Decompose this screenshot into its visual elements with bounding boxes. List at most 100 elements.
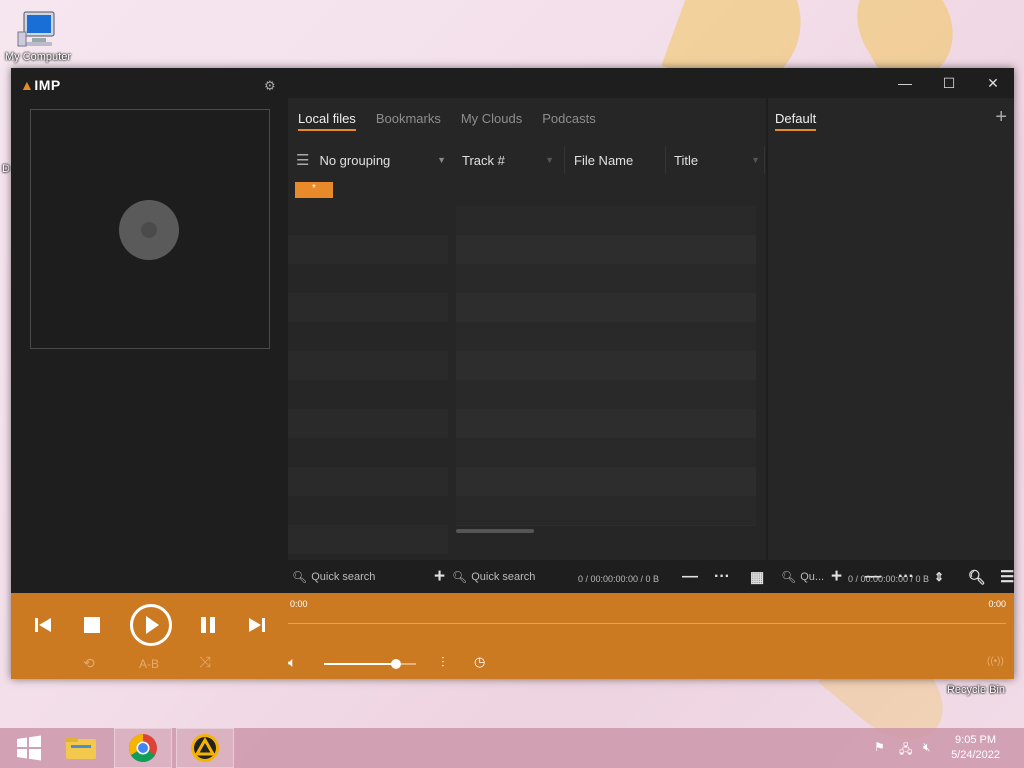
group-item-all[interactable]: *	[295, 182, 333, 198]
library-tabs: Local files Bookmarks My Clouds Podcasts	[288, 98, 606, 138]
volume-icon[interactable]: 🔈︎	[288, 654, 296, 671]
search-icon: 🔍︎	[781, 570, 797, 584]
time-total: 0:00	[988, 599, 1006, 609]
taskbar-aimp[interactable]	[176, 728, 234, 768]
column-title[interactable]: Title ▼	[674, 146, 760, 174]
gear-icon[interactable]: ⚙	[264, 78, 276, 94]
equalizer-icon[interactable]: ⫶	[441, 654, 445, 671]
stop-icon	[84, 617, 100, 633]
desktop-icon-label: My Computer	[4, 51, 72, 63]
column-divider	[764, 146, 765, 174]
network-icon[interactable]: 🖧︎	[899, 740, 912, 761]
menu-icon: ☰	[296, 152, 310, 169]
playlist-search-input[interactable]: 🔍︎ Qu...	[781, 570, 824, 584]
group-list[interactable]	[288, 206, 448, 560]
next-icon	[249, 618, 265, 632]
playlist-more-icon[interactable]: ···	[898, 568, 914, 586]
taskbar-file-explorer[interactable]	[52, 728, 110, 768]
desktop-icon-label: Recycle Bin	[946, 684, 1006, 696]
search-placeholder: Quick search	[471, 571, 536, 583]
previous-track-button[interactable]	[33, 615, 53, 635]
column-label: File Name	[574, 152, 634, 168]
grouping-selector[interactable]: ☰ No grouping ▼	[296, 146, 446, 174]
grid-view-icon[interactable]: ▦	[750, 568, 764, 586]
desktop-icon-recycle-bin[interactable]: Recycle Bin	[940, 684, 1012, 696]
pause-icon	[201, 617, 215, 633]
column-track-number[interactable]: Track # ▼	[462, 146, 554, 174]
clock-date: 5/24/2022	[951, 749, 1000, 761]
stop-button[interactable]	[82, 615, 102, 635]
folder-icon	[66, 737, 96, 759]
aimp-window: ▲IMP ⚙ — ☐ ✕ Local files Bookmarks My Cl…	[11, 68, 1014, 679]
filter-icon[interactable]: ▼	[545, 155, 554, 165]
remove-icon[interactable]: —	[682, 568, 698, 586]
album-art	[30, 109, 270, 349]
tab-podcasts[interactable]: Podcasts	[532, 98, 605, 138]
logo-mark: ▲	[20, 77, 35, 93]
search-placeholder: Quick search	[311, 571, 376, 583]
library-panel: Local files Bookmarks My Clouds Podcasts…	[288, 98, 766, 584]
minimize-button[interactable]: —	[883, 68, 927, 98]
tab-bookmarks[interactable]: Bookmarks	[366, 98, 451, 138]
list-search-input[interactable]: 🔍︎ Quick search	[452, 570, 535, 584]
aimp-icon	[191, 734, 219, 762]
shuffle-icon[interactable]: ⤨	[199, 654, 211, 671]
column-label: Title	[674, 152, 699, 168]
app-logo: ▲IMP	[20, 77, 61, 93]
time-elapsed: 0:00	[290, 599, 308, 609]
windows-icon	[17, 735, 41, 761]
pause-button[interactable]	[198, 615, 218, 635]
broadcast-icon[interactable]: ((•))	[987, 656, 1004, 667]
search-icon: 🔍︎	[452, 570, 468, 584]
column-label: Track #	[462, 152, 505, 168]
bottom-toolbar: 🔍︎ Quick search + 🔍︎ Quick search — ··· …	[288, 564, 1014, 590]
menu-icon[interactable]: ☰	[1000, 567, 1014, 587]
file-list[interactable]	[456, 206, 756, 526]
search-icon: 🔍︎	[292, 570, 308, 584]
search-playlist-icon[interactable]: 🔍︎	[968, 569, 986, 586]
column-divider	[665, 146, 666, 174]
filter-icon[interactable]: ▼	[751, 155, 760, 165]
clock-time: 9:05 PM	[955, 734, 997, 746]
volume-slider[interactable]	[324, 663, 416, 665]
add-playlist-icon[interactable]: +	[995, 106, 1007, 129]
sort-icon[interactable]: ⇕	[934, 570, 944, 584]
tab-playlist-default[interactable]: Default	[768, 98, 823, 131]
more-icon[interactable]: ···	[714, 568, 730, 586]
desktop-stray-label: D	[2, 163, 10, 175]
seek-bar[interactable]	[288, 623, 1006, 624]
remove-from-playlist-icon[interactable]: —	[865, 568, 881, 586]
close-button[interactable]: ✕	[971, 68, 1015, 98]
grouping-label: No grouping	[319, 152, 391, 168]
groups-search-input[interactable]: 🔍︎ Quick search	[292, 570, 375, 584]
volume-fill	[324, 663, 396, 665]
playlist-panel: Default + 0 / 00:00:00:00 / 0 B	[768, 98, 1014, 584]
add-files-icon[interactable]: +	[434, 566, 445, 588]
computer-icon	[17, 11, 55, 47]
play-icon	[146, 616, 159, 634]
desktop-icon-my-computer[interactable]: My Computer	[4, 8, 72, 63]
ab-repeat-button[interactable]: A-B	[139, 657, 159, 671]
tab-local-files[interactable]: Local files	[288, 98, 366, 138]
player-controls: ⟲ A-B ⤨ 0:00 0:00 🔈︎ ⫶ ◷ ((•))	[11, 593, 1014, 679]
action-center-icon[interactable]: ⚑	[874, 740, 885, 754]
timer-icon[interactable]: ◷	[474, 654, 485, 670]
play-button[interactable]	[130, 604, 172, 646]
volume-handle[interactable]	[390, 659, 401, 669]
add-to-playlist-icon[interactable]: +	[831, 566, 842, 588]
speaker-muted-icon[interactable]: 🔇︎	[923, 740, 931, 755]
column-divider	[564, 146, 565, 174]
taskbar-chrome[interactable]	[114, 728, 172, 768]
previous-icon	[35, 618, 51, 632]
horizontal-scrollbar[interactable]	[456, 529, 534, 533]
maximize-button[interactable]: ☐	[927, 68, 971, 98]
taskbar: ⚑ 🖧︎ 🔇︎ 9:05 PM 5/24/2022	[0, 728, 1024, 768]
column-file-name[interactable]: File Name	[574, 146, 664, 174]
start-button[interactable]	[0, 728, 58, 768]
repeat-icon[interactable]: ⟲	[83, 655, 95, 672]
chrome-icon	[129, 734, 157, 762]
search-placeholder: Qu...	[800, 571, 825, 583]
tab-my-clouds[interactable]: My Clouds	[451, 98, 532, 138]
next-track-button[interactable]	[247, 615, 267, 635]
system-clock[interactable]: 9:05 PM 5/24/2022	[951, 733, 1000, 763]
